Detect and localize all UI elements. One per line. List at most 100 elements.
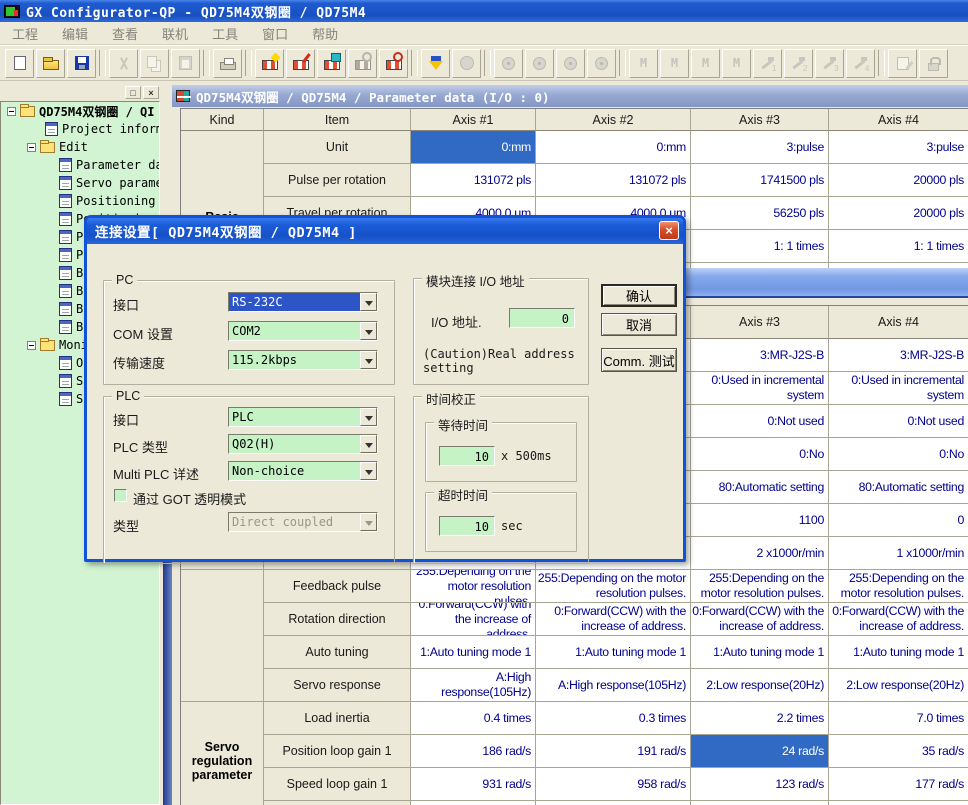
table-cell[interactable]: 0:Forward(CCW) with the increase of addr… [691, 603, 829, 636]
collapse-icon[interactable] [27, 143, 36, 152]
table-cell[interactable]: 255:Depending on the motor resolution pu… [691, 570, 829, 603]
dialog-close-button[interactable]: × [659, 221, 679, 240]
baud-rate-combo[interactable]: 115.2kbps [228, 350, 378, 370]
table-cell[interactable]: 0:Forward(CCW) with the increase of addr… [829, 603, 968, 636]
chevron-down-icon[interactable] [360, 435, 377, 453]
got-transparent-checkbox[interactable] [114, 489, 127, 502]
cancel-button[interactable]: 取消 [601, 313, 677, 336]
chevron-down-icon[interactable] [360, 408, 377, 426]
menu-view[interactable]: 查看 [100, 24, 150, 43]
table-cell[interactable]: 2.2 times [691, 702, 829, 735]
table-cell[interactable]: 7.0 times [829, 702, 968, 735]
module-transfer-button[interactable] [317, 49, 346, 78]
table-cell[interactable]: 0 [829, 504, 968, 537]
table-cell[interactable]: 0:Not used [691, 405, 829, 438]
tree-item-project-information[interactable]: Project informat [1, 120, 159, 138]
multi-plc-combo[interactable]: Non-choice [228, 461, 378, 481]
table-cell[interactable]: 131072 pls [411, 164, 536, 197]
print-button[interactable] [213, 49, 242, 78]
module-verify-button[interactable] [379, 49, 408, 78]
table-cell[interactable]: 2 x1000r/min [691, 537, 829, 570]
table-cell-selected[interactable]: 0:mm [411, 131, 536, 164]
table-cell[interactable]: 1 x1000r/min [829, 537, 968, 570]
tree-item-edit[interactable]: Edit [1, 138, 159, 156]
table-cell[interactable]: 3:MR-J2S-B [829, 339, 968, 372]
table-cell[interactable]: 191 rad/s [536, 735, 691, 768]
table-cell[interactable]: 0.4 times [411, 702, 536, 735]
table-cell[interactable]: 0:Not used [829, 405, 968, 438]
table-cell-selected[interactable]: 24 rad/s [691, 735, 829, 768]
tree-item-positioning-1[interactable]: Positioning ( [1, 192, 159, 210]
panel-close-button[interactable]: × [143, 86, 159, 99]
ok-button[interactable]: 确认 [601, 284, 677, 307]
table-cell[interactable] [691, 801, 829, 805]
chevron-down-icon[interactable] [360, 322, 377, 340]
table-cell[interactable]: 80:Automatic setting [691, 471, 829, 504]
table-cell[interactable]: 20000 pls [829, 197, 968, 230]
tree-item-servo-parameter[interactable]: Servo paramet [1, 174, 159, 192]
table-cell[interactable]: 0:No [691, 438, 829, 471]
tree-item-root[interactable]: QD75M4双钢圈 / QI [1, 102, 159, 120]
column-header-axis3[interactable]: Axis #3 [691, 109, 829, 131]
table-cell[interactable]: 958 rad/s [536, 768, 691, 801]
table-cell[interactable]: A:High response(105Hz) [411, 669, 536, 702]
table-cell[interactable]: 0.3 times [536, 702, 691, 735]
plc-type-combo[interactable]: Q02(H) [228, 434, 378, 454]
pc-interface-combo[interactable]: RS-232C [228, 292, 378, 312]
table-cell[interactable]: 1:Auto tuning mode 1 [829, 636, 968, 669]
table-cell[interactable]: A:High response(105Hz) [536, 669, 691, 702]
column-header-axis4[interactable]: Axis #4 [829, 306, 968, 339]
parameter-window-titlebar[interactable]: QD75M4双钢圈 / QD75M4 / Parameter data (I/O… [172, 85, 968, 107]
menu-project[interactable]: 工程 [0, 24, 50, 43]
plc-interface-combo[interactable]: PLC [228, 407, 378, 427]
table-cell[interactable]: 1741500 pls [691, 164, 829, 197]
table-cell[interactable] [411, 801, 536, 805]
table-cell[interactable]: 931 rad/s [411, 768, 536, 801]
table-cell[interactable]: 0:mm [536, 131, 691, 164]
table-cell[interactable]: 20000 pls [829, 164, 968, 197]
menu-window[interactable]: 窗口 [250, 24, 300, 43]
menu-help[interactable]: 帮助 [300, 24, 350, 43]
table-cell[interactable]: 0:Used in incremental system [691, 372, 829, 405]
table-cell[interactable]: 35 rad/s [829, 735, 968, 768]
comm-test-button[interactable]: Comm. 测试 [601, 348, 677, 372]
table-cell[interactable]: 1:Auto tuning mode 1 [536, 636, 691, 669]
column-header-axis1[interactable]: Axis #1 [411, 109, 536, 131]
table-cell[interactable]: 255:Depending on the motor resolution pu… [411, 570, 536, 603]
table-cell[interactable]: 80:Automatic setting [829, 471, 968, 504]
column-header-kind[interactable]: Kind [181, 109, 264, 131]
table-cell[interactable]: 2:Low response(20Hz) [829, 669, 968, 702]
chevron-down-icon[interactable] [360, 351, 377, 369]
table-cell[interactable]: 3:MR-J2S-B [691, 339, 829, 372]
table-cell[interactable]: 1: 1 times [829, 230, 968, 263]
table-cell[interactable]: 1:Auto tuning mode 1 [691, 636, 829, 669]
table-cell[interactable]: 0:No [829, 438, 968, 471]
chevron-down-icon[interactable] [360, 293, 377, 311]
table-cell[interactable]: 3:pulse [691, 131, 829, 164]
chevron-down-icon[interactable] [360, 462, 377, 480]
table-cell[interactable]: 1:Auto tuning mode 1 [411, 636, 536, 669]
table-cell[interactable]: 1100 [691, 504, 829, 537]
menu-edit[interactable]: 编辑 [50, 24, 100, 43]
new-project-button[interactable] [5, 49, 34, 78]
dialog-titlebar[interactable]: 连接设置[ QD75M4双钢圈 / QD75M4 ] [87, 218, 683, 244]
wait-time-field[interactable]: 10 [439, 446, 495, 466]
panel-float-button[interactable]: □ [125, 86, 141, 99]
table-cell[interactable]: 0:Forward(CCW) with the increase of addr… [536, 603, 691, 636]
collapse-icon[interactable] [7, 107, 16, 116]
table-cell[interactable]: 3:pulse [829, 131, 968, 164]
menu-tools[interactable]: 工具 [200, 24, 250, 43]
column-header-axis4[interactable]: Axis #4 [829, 109, 968, 131]
table-cell[interactable]: 123 rad/s [691, 768, 829, 801]
open-project-button[interactable] [36, 49, 65, 78]
table-cell[interactable] [829, 801, 968, 805]
table-cell[interactable]: 255:Depending on the motor resolution pu… [536, 570, 691, 603]
column-header-axis3[interactable]: Axis #3 [691, 306, 829, 339]
table-cell[interactable]: 255:Depending on the motor resolution pu… [829, 570, 968, 603]
collapse-icon[interactable] [27, 341, 36, 350]
table-cell[interactable]: 2:Low response(20Hz) [691, 669, 829, 702]
table-cell[interactable]: 56250 pls [691, 197, 829, 230]
timeout-field[interactable]: 10 [439, 516, 495, 536]
io-address-field[interactable]: 0 [509, 308, 575, 328]
table-cell[interactable]: 0:Used in incremental system [829, 372, 968, 405]
